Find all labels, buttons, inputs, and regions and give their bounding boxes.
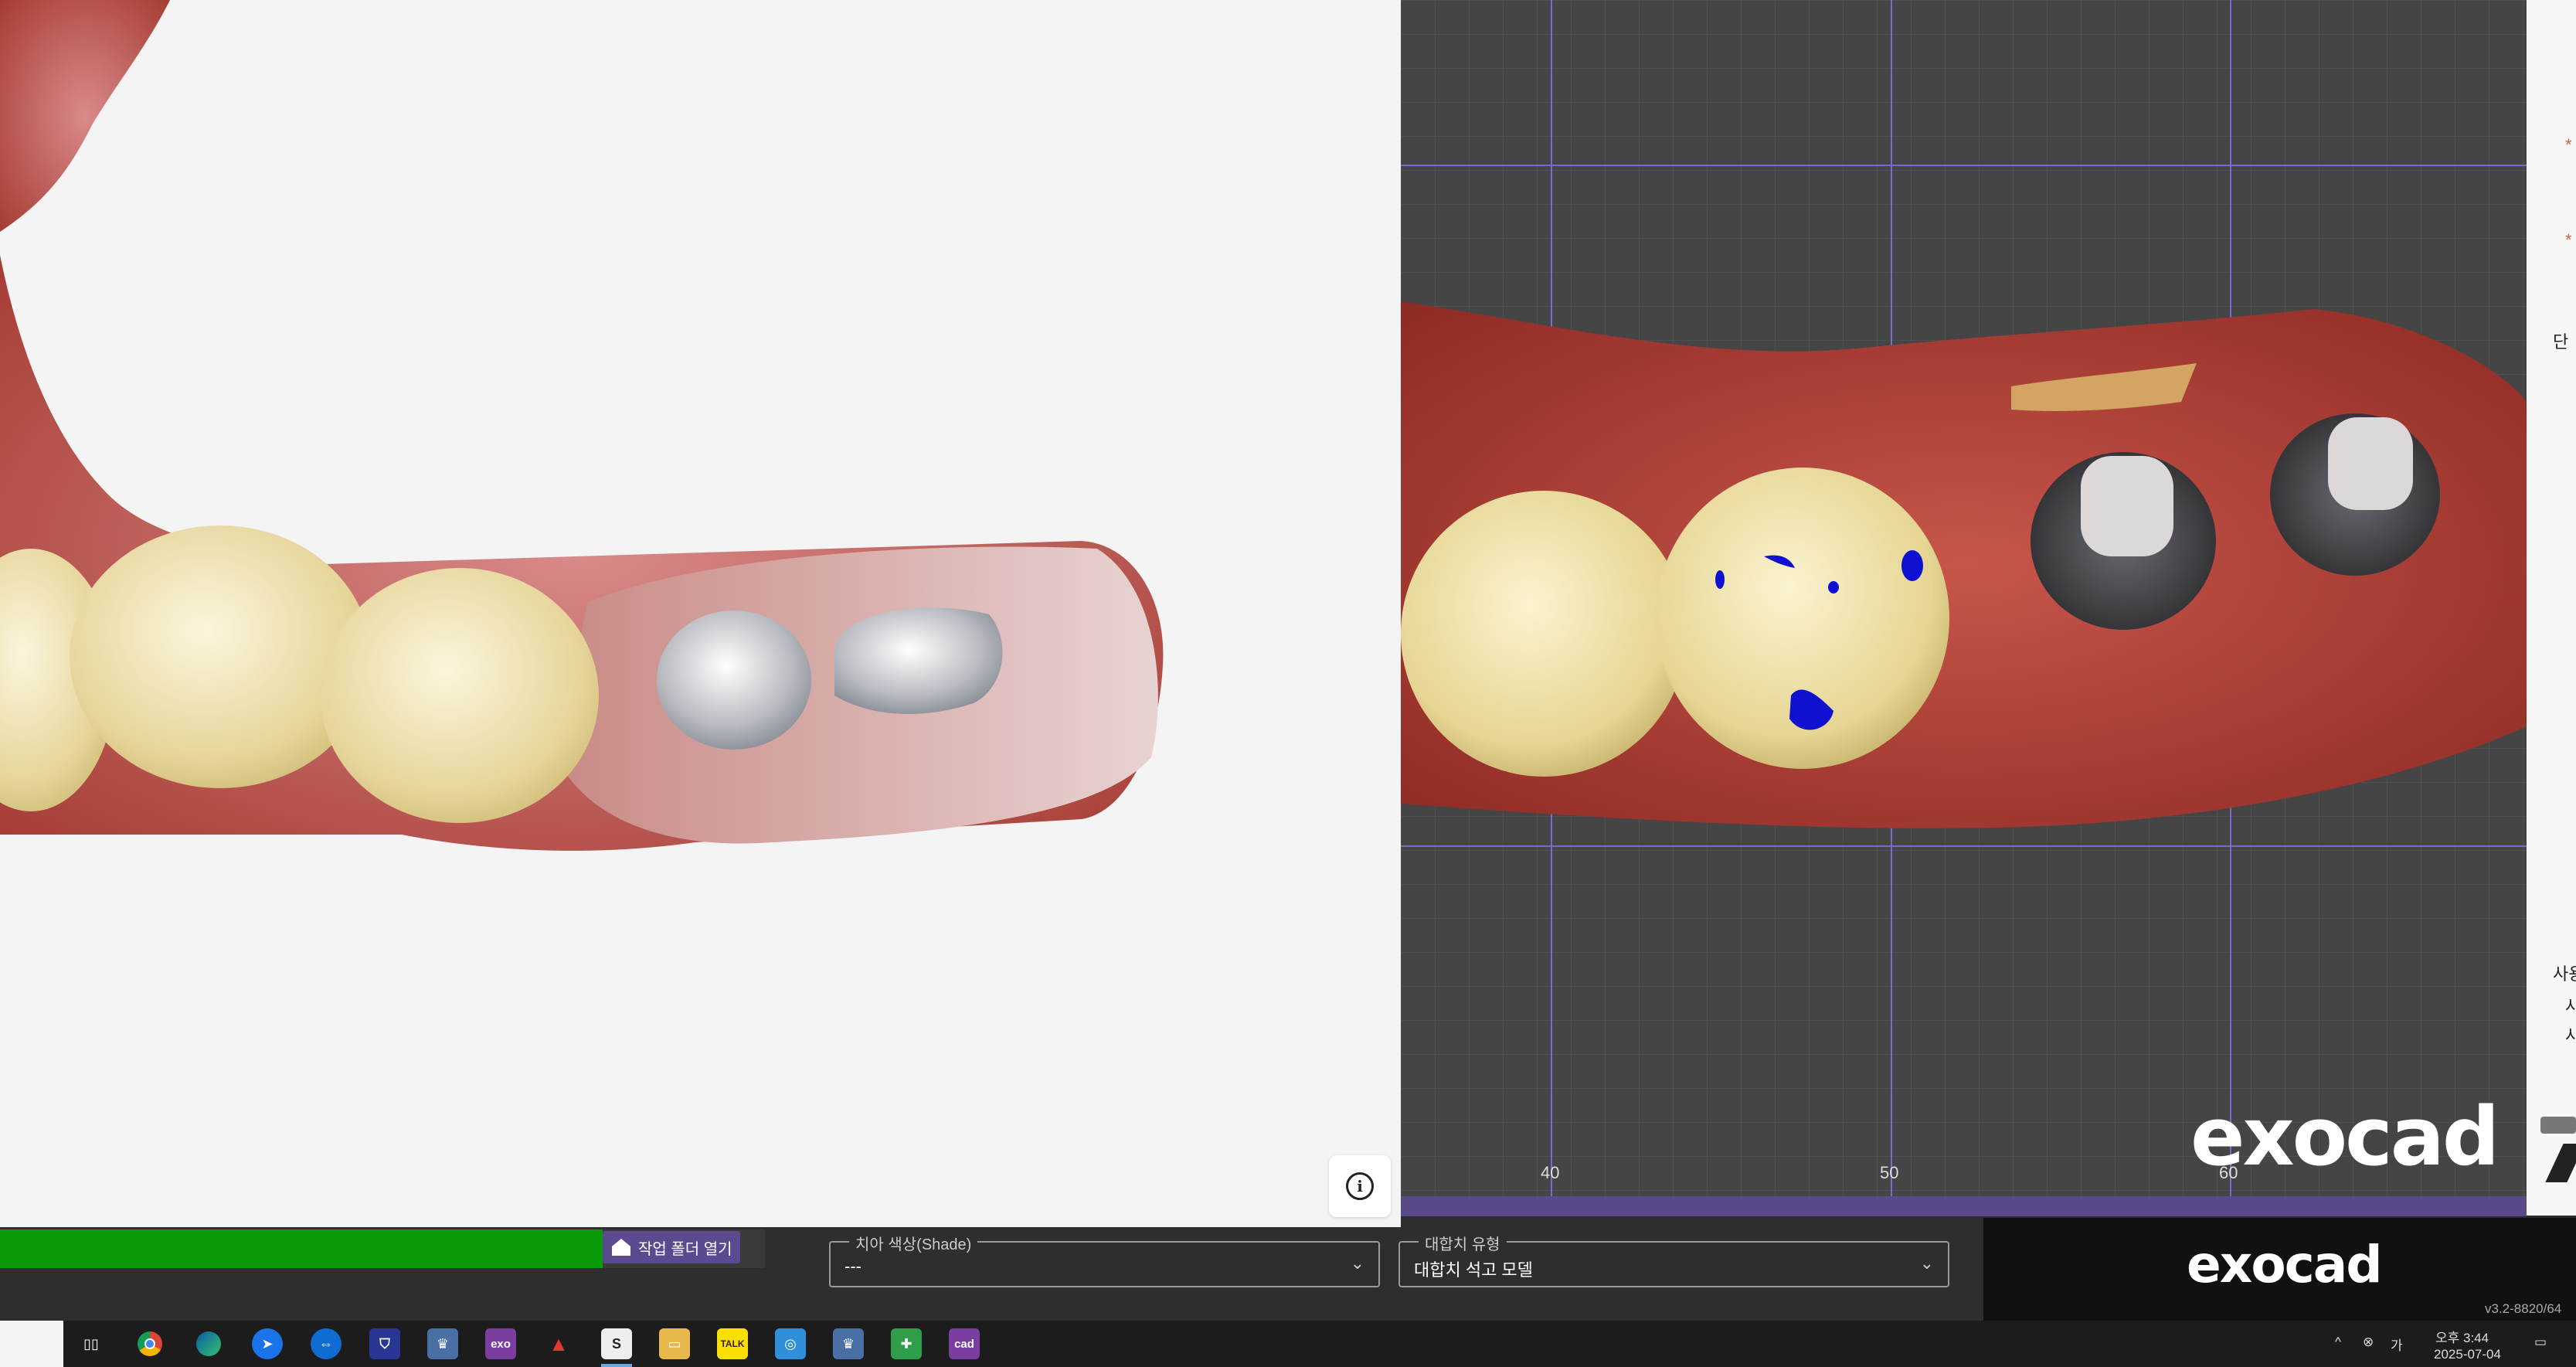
ruler-label-50: 50: [1880, 1163, 1899, 1182]
progress-fill: [0, 1229, 603, 1268]
chrome-icon[interactable]: [134, 1328, 165, 1359]
exo-app-icon[interactable]: exo: [485, 1328, 516, 1359]
info-button[interactable]: i: [1329, 1155, 1391, 1217]
chevron-down-icon: ⌄: [1350, 1253, 1364, 1273]
tooth-app-icon[interactable]: ♛: [427, 1328, 458, 1359]
ruler-bar: [1401, 1196, 2527, 1216]
system-tray: ^ ⊗ 가 오후 3:44 2025-07-04 ▭: [2326, 1321, 2576, 1367]
antagonist-type-select[interactable]: 대합치 유형 대합치 석고 모델 ⌄: [1398, 1232, 1949, 1287]
exocad-logo: exocad: [2187, 1235, 2383, 1294]
info-icon: i: [1346, 1172, 1374, 1200]
shade-legend: 치아 색상(Shade): [849, 1232, 978, 1254]
home-folder-icon: [612, 1239, 630, 1256]
chevron-down-icon: ⌄: [1919, 1253, 1934, 1273]
file-explorer-icon[interactable]: ▭: [659, 1328, 690, 1359]
left-tooth-1: [70, 525, 371, 788]
notification-icon[interactable]: ▭: [2534, 1335, 2547, 1350]
exocad-watermark: exocad: [2190, 1090, 2500, 1184]
cad-app-icon[interactable]: cad: [949, 1328, 980, 1359]
ruler-label-40: 40: [1541, 1163, 1560, 1182]
orange-mark-1: *: [2565, 135, 2572, 155]
strip-label-1: 사용: [2553, 964, 2576, 984]
chevron-up-icon[interactable]: ^: [2335, 1335, 2341, 1350]
windows-taskbar: ▯▯ ➤ ⇔ ⛉ ♛ exo ▲ S ▭ TALK ◎ ♛ ✚ cad: [0, 1321, 2576, 1367]
kakaotalk-icon[interactable]: TALK: [717, 1328, 748, 1359]
shade-select[interactable]: 치아 색상(Shade) --- ⌄: [829, 1232, 1380, 1287]
tooth-app-2-icon[interactable]: ♛: [833, 1328, 864, 1359]
close-circle-icon[interactable]: ⊗: [2363, 1335, 2374, 1350]
left-abutment-1: [657, 610, 811, 750]
antagonist-value: 대합치 석고 모델: [1414, 1260, 1533, 1280]
antagonist-legend: 대합치 유형: [1419, 1232, 1507, 1254]
edge-icon[interactable]: [193, 1328, 224, 1359]
right-tooth-1: [1401, 491, 1687, 777]
open-folder-button[interactable]: 작업 폴더 열기: [603, 1231, 740, 1263]
strip-handle-icon[interactable]: [2540, 1117, 2576, 1134]
orange-mark-2: *: [2565, 230, 2572, 250]
taskbar-search[interactable]: [0, 1321, 63, 1367]
s-app-icon[interactable]: S: [601, 1328, 632, 1359]
ime-icon[interactable]: 가: [2391, 1335, 2403, 1354]
clock-date[interactable]: 2025-07-04: [2434, 1347, 2501, 1362]
acrobat-icon[interactable]: ▲: [543, 1328, 574, 1359]
left-tooth-2: [321, 568, 599, 823]
teamviewer-icon[interactable]: ⇔: [311, 1328, 342, 1359]
strip-label-3: 사: [2565, 1026, 2576, 1046]
left-3d-viewport[interactable]: i: [0, 0, 1401, 1227]
right-jaw-scan: [1401, 0, 2527, 1216]
blue-app-icon[interactable]: ➤: [252, 1328, 283, 1359]
right-3d-viewport[interactable]: [1401, 0, 2527, 1216]
strip-label-2: 사: [2565, 997, 2576, 1016]
version-label: v3.2-8820/64: [2485, 1301, 2562, 1316]
task-view-icon[interactable]: ▯▯: [76, 1328, 107, 1359]
left-abutment-2: [834, 607, 1003, 714]
green-app-icon[interactable]: ✚: [891, 1328, 922, 1359]
shade-value: ---: [845, 1256, 861, 1276]
active-app-indicator: [601, 1364, 632, 1367]
pen-icon[interactable]: [2545, 1144, 2576, 1182]
open-folder-label: 작업 폴더 열기: [638, 1240, 732, 1258]
right-side-panel: * * 단 사용 사 사: [2527, 0, 2576, 1216]
left-jaw-scan: [0, 0, 1164, 851]
strip-label-4: 단: [2553, 332, 2569, 352]
photos-icon[interactable]: ◎: [775, 1328, 806, 1359]
shield-app-icon[interactable]: ⛉: [369, 1328, 400, 1359]
clock-time[interactable]: 오후 3:44: [2435, 1327, 2489, 1346]
